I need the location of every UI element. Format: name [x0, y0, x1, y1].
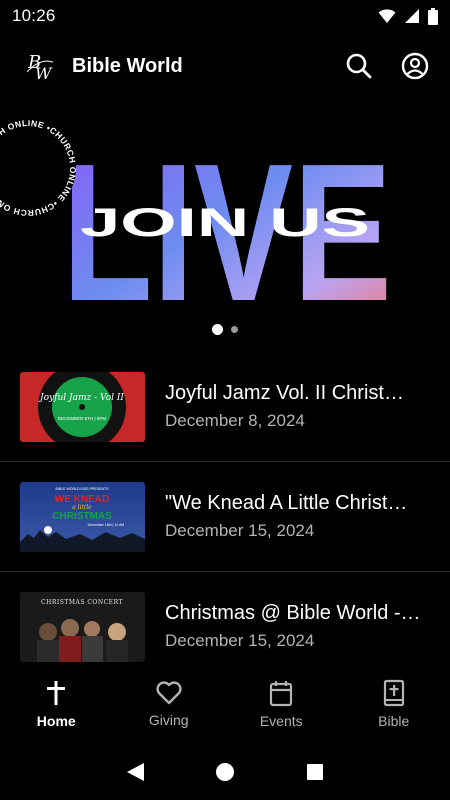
- bible-icon: [383, 679, 404, 707]
- status-icons: [378, 7, 438, 25]
- nav-label: Bible: [378, 713, 410, 729]
- list-item[interactable]: CHRISTMAS CONCERT Christmas @ Bible Worl…: [0, 572, 450, 664]
- event-title: Christmas @ Bible World -…: [165, 602, 421, 624]
- recents-square-icon[interactable]: [304, 761, 326, 783]
- event-thumbnail: Joyful Jamz - Vol II DECEMBER 8TH | 6PM: [20, 371, 145, 442]
- calendar-icon: [270, 681, 293, 707]
- bottom-navigation: Home Giving Events Bible: [0, 664, 450, 744]
- home-circle-icon[interactable]: [214, 761, 236, 783]
- live-banner[interactable]: LIVE JOIN US •CHURCH ONLINE •CHURCH ONLI…: [0, 108, 450, 342]
- system-navigation-bar: [0, 744, 450, 800]
- back-icon[interactable]: [124, 761, 146, 783]
- nav-bible[interactable]: Bible: [338, 664, 450, 744]
- cross-icon: [47, 681, 66, 705]
- carousel-dot-1[interactable]: [212, 324, 223, 335]
- bible-world-logo-icon: B W: [26, 52, 54, 83]
- status-bar: 10:26: [0, 0, 450, 32]
- signal-icon: [405, 9, 419, 23]
- svg-text:DECEMBER 8TH | 6PM: DECEMBER 8TH | 6PM: [58, 416, 106, 421]
- event-title: Joyful Jamz Vol. II Christ…: [165, 382, 404, 404]
- svg-text:CHRISTMAS CONCERT: CHRISTMAS CONCERT: [41, 599, 123, 606]
- nav-home[interactable]: Home: [0, 664, 113, 744]
- svg-text:a little: a little: [72, 504, 92, 511]
- account-circle-icon: [401, 52, 429, 80]
- nav-label: Events: [259, 713, 303, 729]
- svg-text:December 15th | 10 AM: December 15th | 10 AM: [88, 523, 125, 527]
- search-icon: [346, 53, 372, 79]
- event-date: December 15, 2024: [165, 521, 315, 540]
- nav-label: Home: [36, 713, 76, 729]
- carousel-indicator[interactable]: [0, 324, 450, 335]
- nav-events[interactable]: Events: [225, 664, 338, 744]
- account-button[interactable]: [400, 51, 430, 81]
- app-bar: B W Bible World: [0, 32, 450, 100]
- event-thumbnail: CHRISTMAS CONCERT: [20, 591, 145, 662]
- svg-text:Joyful Jamz - Vol II: Joyful Jamz - Vol II: [38, 393, 124, 403]
- list-item[interactable]: Joyful Jamz - Vol II DECEMBER 8TH | 6PM …: [0, 352, 450, 462]
- join-us-text: JOIN US: [80, 201, 370, 245]
- banner-graphic: LIVE JOIN US •CHURCH ONLINE •CHURCH ONLI…: [0, 118, 392, 342]
- event-title: "We Knead A Little Christ…: [165, 492, 408, 514]
- app-logo[interactable]: B W: [20, 46, 60, 86]
- event-thumbnail: BIBLE WORLD KIDS PRESENTS WE KNEAD a lit…: [20, 481, 145, 552]
- svg-text:W: W: [35, 64, 53, 83]
- event-list: Joyful Jamz - Vol II DECEMBER 8TH | 6PM …: [0, 352, 450, 664]
- heart-icon: [156, 681, 182, 705]
- search-button[interactable]: [344, 51, 374, 81]
- nav-giving[interactable]: Giving: [113, 664, 226, 744]
- svg-text:BIBLE WORLD KIDS PRESENTS: BIBLE WORLD KIDS PRESENTS: [56, 487, 110, 491]
- status-time: 10:26: [12, 6, 56, 25]
- battery-icon: [428, 7, 438, 25]
- svg-text:CHRISTMAS: CHRISTMAS: [52, 511, 112, 522]
- carousel-dot-2[interactable]: [231, 326, 238, 333]
- app-title: Bible World: [72, 54, 183, 77]
- nav-label: Giving: [148, 712, 189, 728]
- event-date: December 15, 2024: [165, 631, 315, 650]
- event-date: December 8, 2024: [165, 411, 305, 430]
- list-item[interactable]: BIBLE WORLD KIDS PRESENTS WE KNEAD a lit…: [0, 462, 450, 572]
- wifi-icon: [378, 9, 396, 23]
